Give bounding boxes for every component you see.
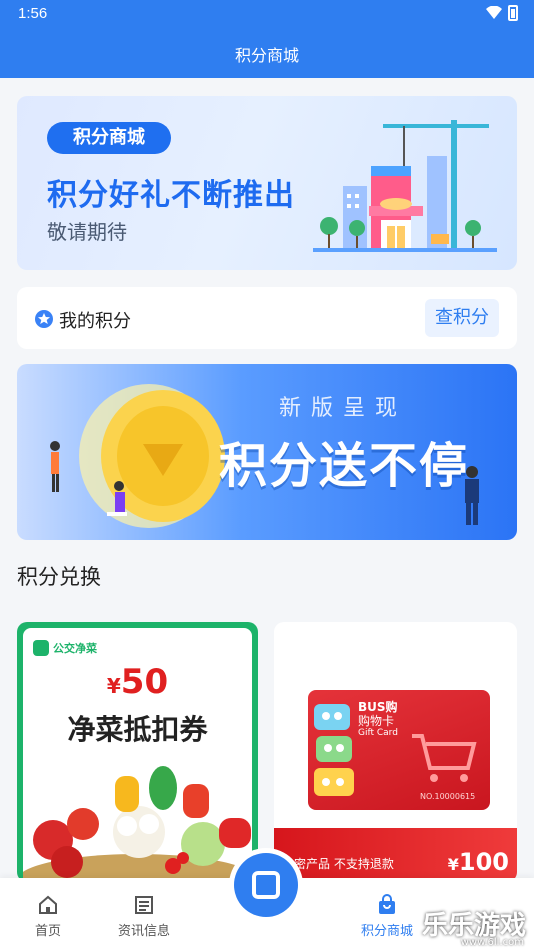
brand-label: 公交净菜 — [33, 640, 97, 656]
promo-banner[interactable]: 新版呈现 积分送不停 — [17, 364, 517, 540]
nav-label-home: 首页 — [34, 924, 61, 939]
bus-qr-circle — [234, 853, 298, 917]
wifi-icon — [486, 6, 502, 19]
star-badge-icon — [35, 310, 53, 328]
brand-logo-icon — [33, 640, 49, 656]
app-bar: 积分商城 — [0, 28, 534, 78]
check-points-button[interactable]: 查积分 — [425, 299, 499, 337]
bus-qr-button[interactable] — [229, 848, 303, 922]
coin-illustration — [50, 384, 225, 528]
shop-bag-icon — [379, 894, 395, 914]
nav-label-news: 资讯信息 — [117, 924, 170, 939]
product-card-vegetable-coupon[interactable]: 公交净菜 ¥50 净菜抵扣券 — [17, 622, 258, 882]
nav-item-news[interactable]: 资讯信息 — [94, 894, 194, 939]
city-construction-illustration — [313, 120, 497, 252]
price-ribbon: 密产品 不支持退款 ¥100 — [274, 828, 517, 882]
shopping-cart-icon — [412, 734, 477, 782]
banner-subtitle: 敬请期待 — [47, 220, 127, 244]
vegetables-image — [23, 766, 252, 882]
nav-item-home[interactable]: 首页 — [0, 894, 98, 939]
status-time: 1:56 — [18, 5, 48, 22]
product-card-inner: 公交净菜 ¥50 净菜抵扣券 — [23, 628, 252, 882]
product-card-gift-card[interactable]: BUS购 购物卡 Gift Card NO.10000615 密产品 不支持退款… — [274, 622, 517, 882]
top-banner[interactable]: 积分商城 积分好礼不断推出 敬请期待 — [17, 96, 517, 270]
refund-notice: 密产品 不支持退款 — [294, 857, 394, 871]
home-icon — [39, 895, 57, 914]
gift-card-price: ¥100 — [448, 848, 509, 876]
brand-name: 公交净菜 — [53, 642, 97, 655]
my-points-card: 我的积分 查积分 — [17, 287, 517, 349]
my-points-label: 我的积分 — [59, 311, 131, 332]
businessman-illustration — [465, 466, 479, 525]
battery-icon — [508, 5, 518, 21]
status-icons — [486, 5, 518, 21]
coupon-price: ¥50 — [23, 662, 252, 702]
price-amount: 50 — [120, 662, 169, 702]
gift-card-image: BUS购 购物卡 Gift Card NO.10000615 — [308, 690, 490, 810]
exchange-section-title: 积分兑换 — [17, 565, 101, 589]
bus-qr-icon — [252, 871, 280, 899]
price-currency: ¥ — [106, 674, 121, 698]
promo-kicker: 新版呈现 — [279, 396, 408, 421]
gift-card-title: 购物卡 — [358, 714, 395, 728]
watermark-url: www.6ll.com — [460, 937, 524, 948]
coupon-title: 净菜抵扣券 — [67, 713, 208, 746]
page-title: 积分商城 — [234, 46, 299, 65]
nav-label-points-mall: 积分商城 — [360, 924, 413, 939]
price-currency: ¥ — [447, 855, 459, 874]
banner-headline: 积分好礼不断推出 — [47, 178, 295, 213]
price-amount: 100 — [458, 848, 509, 876]
promo-headline: 积分送不停 — [219, 438, 470, 494]
banner-tag: 积分商城 — [47, 122, 171, 154]
status-bar: 1:56 — [0, 0, 534, 28]
news-icon — [135, 896, 153, 914]
gift-card-number: NO.10000615 — [420, 792, 476, 801]
gift-card-subtitle: Gift Card — [358, 728, 398, 738]
bus-characters-icon — [314, 704, 354, 796]
